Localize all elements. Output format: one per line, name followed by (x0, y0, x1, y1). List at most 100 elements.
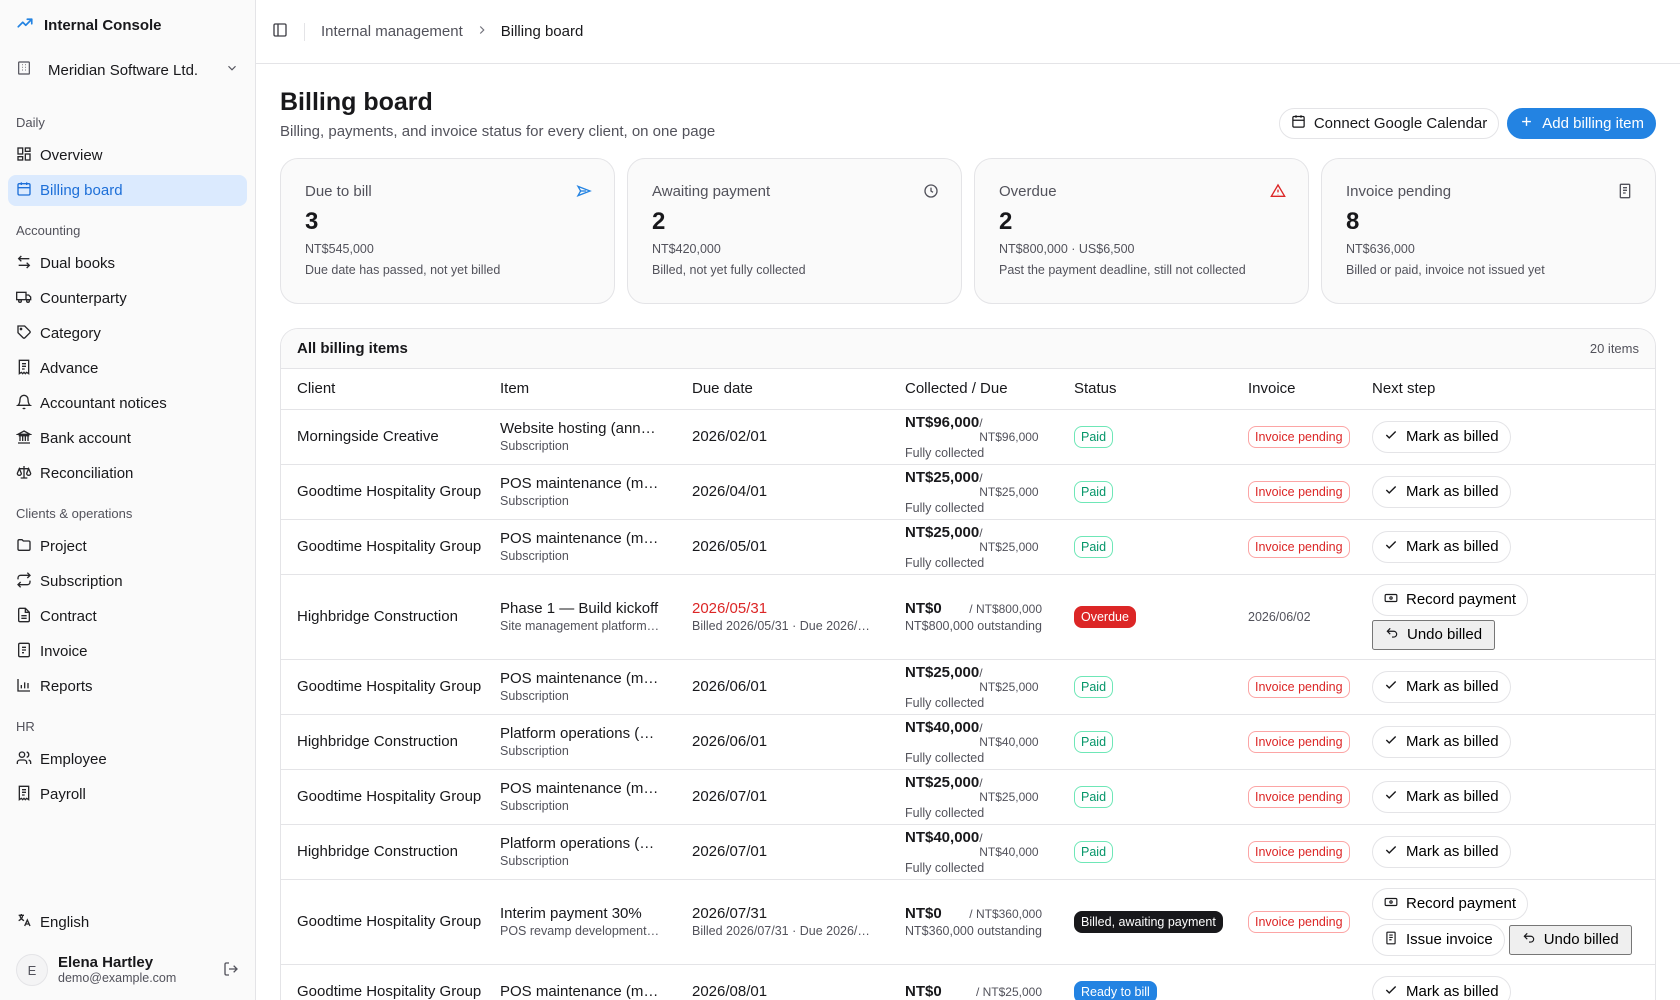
table-row[interactable]: Goodtime Hospitality Group POS maintenan… (281, 964, 1655, 1000)
table-row[interactable]: Goodtime Hospitality Group POS maintenan… (281, 519, 1655, 575)
sidebar-item-bank-account[interactable]: Bank account (8, 423, 247, 454)
connect-calendar-button[interactable]: Connect Google Calendar (1278, 108, 1500, 139)
sidebar-item-label: Subscription (40, 573, 123, 590)
sidebar-item-category[interactable]: Category (8, 318, 247, 349)
status-badge: Paid (1074, 730, 1114, 753)
cell-due-date: 2026/08/01 (676, 964, 889, 1000)
table-row[interactable]: Highbridge Construction Platform operati… (281, 714, 1655, 770)
sidebar-item-label: Counterparty (40, 290, 127, 307)
cell-item: POS maintenance (mont… (500, 780, 660, 797)
sidebar-toggle-icon[interactable] (272, 22, 288, 41)
sidebar-item-payroll[interactable]: Payroll (8, 779, 247, 810)
column-header-client[interactable]: Client (281, 369, 484, 410)
sidebar-item-subscription[interactable]: Subscription (8, 566, 247, 597)
table-row[interactable]: Goodtime Hospitality Group POS maintenan… (281, 464, 1655, 520)
card-value: 8 (1346, 208, 1360, 235)
issue-invoice-button[interactable]: Issue invoice (1372, 923, 1505, 956)
invoice-badge: Invoice pending (1248, 480, 1350, 503)
send-icon (576, 183, 592, 202)
user-menu[interactable]: E Elena Hartley demo@example.com (8, 946, 247, 994)
mark-as-billed-button[interactable]: Mark as billed (1372, 725, 1511, 758)
table-row[interactable]: Highbridge Construction Platform operati… (281, 824, 1655, 880)
card-due-to-bill[interactable]: Due to bill 3 NT$545,000 Due date has pa… (280, 158, 615, 304)
column-header-item[interactable]: Item (484, 369, 676, 410)
table-row[interactable]: Highbridge Construction Phase 1 — Build … (281, 574, 1655, 660)
table-row[interactable]: Goodtime Hospitality Group POS maintenan… (281, 769, 1655, 825)
status-badge: Paid (1074, 785, 1114, 808)
cell-collected: NT$0 (905, 905, 942, 922)
record-payment-button[interactable]: Record payment (1372, 887, 1529, 920)
button-label: Mark as billed (1406, 788, 1499, 805)
language-switcher[interactable]: English (8, 906, 247, 938)
sidebar-item-label: Employee (40, 751, 107, 768)
sidebar-item-label: Reconciliation (40, 465, 134, 482)
card-overdue[interactable]: Overdue 2 NT$800,000 · US$6,500 Past the… (974, 158, 1309, 304)
card-awaiting-payment[interactable]: Awaiting payment 2 NT$420,000 Billed, no… (627, 158, 962, 304)
status-badge: Paid (1074, 675, 1114, 698)
sidebar-item-reports[interactable]: Reports (8, 671, 247, 702)
cell-item: Platform operations (mo… (500, 725, 660, 742)
sidebar-item-advance[interactable]: Advance (8, 353, 247, 384)
mark-as-billed-button[interactable]: Mark as billed (1372, 530, 1511, 563)
sidebar-item-label: Bank account (40, 430, 131, 447)
breadcrumb-parent[interactable]: Internal management (321, 23, 463, 40)
org-switcher[interactable]: Meridian Software Ltd. (8, 50, 247, 90)
invoice-badge: Invoice pending (1248, 730, 1350, 753)
cell-collected: NT$0 (905, 983, 942, 1000)
sidebar-item-reconciliation[interactable]: Reconciliation (8, 458, 247, 489)
add-billing-item-button[interactable]: Add billing item (1507, 108, 1656, 139)
calendar-icon (1291, 114, 1306, 133)
cell-collected: NT$25,000 (905, 663, 980, 681)
record-payment-button[interactable]: Record payment (1372, 583, 1529, 616)
cell-due-amount: / NT$25,000 (979, 525, 1039, 554)
sidebar-item-accountant-notices[interactable]: Accountant notices (8, 388, 247, 419)
cell-client: Highbridge Construction (281, 574, 484, 660)
mark-as-billed-button[interactable]: Mark as billed (1372, 975, 1511, 1000)
card-label: Awaiting payment (652, 183, 771, 200)
sidebar-item-billing-board[interactable]: Billing board (8, 175, 247, 206)
cell-collected-sub: Fully collected (905, 750, 985, 765)
page-title: Billing board (280, 88, 433, 116)
column-header-status[interactable]: Status (1058, 369, 1232, 410)
sidebar-item-overview[interactable]: Overview (8, 140, 247, 171)
invoice-badge: Invoice pending (1248, 785, 1350, 808)
divider (304, 22, 305, 41)
mark-as-billed-button[interactable]: Mark as billed (1372, 780, 1511, 813)
cell-due-date: 2026/07/31 (692, 905, 768, 922)
cell-item-sub: Subscription (500, 549, 569, 563)
sidebar-item-counterparty[interactable]: Counterparty (8, 283, 247, 314)
undo-billed-button[interactable]: Undo billed (1372, 619, 1496, 650)
column-header-collected[interactable]: Collected / Due (889, 369, 1058, 410)
undo-icon (1522, 931, 1536, 949)
page-subtitle: Billing, payments, and invoice status fo… (280, 123, 716, 140)
table-row[interactable]: Goodtime Hospitality Group Interim payme… (281, 879, 1655, 965)
cell-due-amount: / NT$800,000 (969, 602, 1042, 616)
cell-collected: NT$25,000 (905, 468, 980, 486)
column-header-due-date[interactable]: Due date (676, 369, 889, 410)
cell-collected-sub: Fully collected (905, 500, 985, 515)
mark-as-billed-button[interactable]: Mark as billed (1372, 670, 1511, 703)
alert-triangle-icon (1270, 183, 1286, 202)
sidebar-item-dual-books[interactable]: Dual books (8, 248, 247, 279)
cell-collected-sub: Fully collected (905, 445, 985, 460)
mark-as-billed-button[interactable]: Mark as billed (1372, 835, 1511, 868)
mark-as-billed-button[interactable]: Mark as billed (1372, 475, 1511, 508)
file-text-icon (16, 607, 32, 627)
column-header-next-step[interactable]: Next step (1356, 369, 1655, 410)
table-row[interactable]: Morningside Creative Website hosting (an… (281, 409, 1655, 465)
logout-icon[interactable] (223, 961, 239, 980)
cell-collected: NT$25,000 (905, 773, 980, 791)
receipt-icon (1617, 183, 1633, 202)
undo-billed-button[interactable]: Undo billed (1508, 924, 1632, 955)
card-invoice-pending[interactable]: Invoice pending 8 NT$636,000 Billed or p… (1321, 158, 1656, 304)
column-header-invoice[interactable]: Invoice (1232, 369, 1356, 410)
sidebar-item-invoice[interactable]: Invoice (8, 636, 247, 667)
table-row[interactable]: Goodtime Hospitality Group POS maintenan… (281, 659, 1655, 715)
mark-as-billed-button[interactable]: Mark as billed (1372, 420, 1511, 453)
sidebar-item-employee[interactable]: Employee (8, 744, 247, 775)
sidebar-item-project[interactable]: Project (8, 531, 247, 562)
check-icon (1384, 733, 1398, 751)
add-billing-item-label: Add billing item (1542, 115, 1644, 132)
brand[interactable]: Internal Console (8, 0, 247, 50)
sidebar-item-contract[interactable]: Contract (8, 601, 247, 632)
